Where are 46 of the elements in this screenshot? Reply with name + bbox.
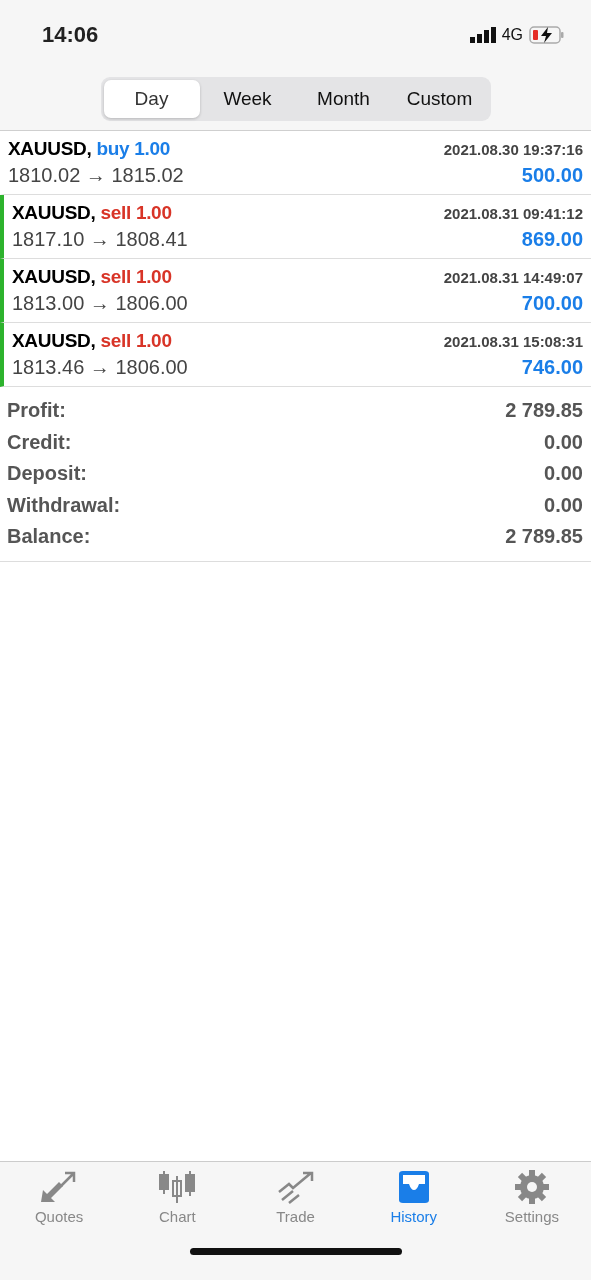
- period-tab[interactable]: Week: [199, 80, 296, 118]
- deal-order: sell 1.00: [100, 266, 172, 287]
- summary-value: 0.00: [544, 462, 583, 486]
- deal-prices: 1810.02 → 1815.02: [8, 164, 184, 187]
- tab-bar-item[interactable]: Chart: [118, 1170, 237, 1225]
- deal-profit: 869.00: [521, 228, 583, 251]
- summary-value: 0.00: [544, 430, 583, 454]
- deal-order: sell 1.00: [100, 330, 172, 351]
- period-tab[interactable]: Day: [103, 80, 200, 118]
- deal-prices: 1813.00 → 1806.00: [12, 292, 188, 315]
- deal-time: 2021.08.31 09:41:12: [443, 205, 583, 222]
- candlestick-icon: [158, 1170, 197, 1204]
- signal-icon: [469, 27, 496, 43]
- deal-prices: 1813.46 → 1806.00: [12, 356, 188, 379]
- deal-prices: 1817.10 → 1808.41: [12, 228, 188, 251]
- battery-icon: [529, 26, 565, 44]
- summary-label: Credit:: [7, 430, 72, 454]
- deal-symbol: XAUUSD,: [12, 266, 96, 287]
- trend-arrow-icon: [276, 1170, 315, 1204]
- deal-order: sell 1.00: [100, 202, 172, 223]
- period-tab[interactable]: Custom: [391, 80, 488, 118]
- status-time: 14:06: [42, 22, 99, 48]
- deal-profit: 500.00: [521, 164, 583, 187]
- summary-label: Deposit:: [7, 462, 87, 486]
- tab-bar-item[interactable]: Trade: [236, 1170, 355, 1225]
- settings-icon: [512, 1170, 551, 1204]
- deal-time: 2021.08.31 14:49:07: [443, 269, 583, 286]
- summary-label: Balance:: [7, 525, 91, 549]
- summary-value: 2 789.85: [505, 399, 583, 423]
- summary-label: Withdrawal:: [7, 493, 121, 517]
- period-tab[interactable]: Month: [295, 80, 392, 118]
- deal-time: 2021.08.31 15:08:31: [443, 333, 583, 350]
- summary-value: 0.00: [544, 493, 583, 517]
- tab-bar-item[interactable]: Settings: [472, 1170, 591, 1225]
- deal-profit: 700.00: [521, 292, 583, 315]
- tab-bar-item[interactable]: History: [354, 1170, 473, 1225]
- deal-symbol: XAUUSD,: [12, 330, 96, 351]
- tab-bar-item[interactable]: Quotes: [0, 1170, 119, 1225]
- deal-symbol: XAUUSD,: [12, 202, 96, 223]
- network-label: 4G: [501, 26, 523, 44]
- deal-order: buy 1.00: [96, 138, 171, 159]
- summary-label: Profit:: [7, 399, 66, 423]
- summary-value: 2 789.85: [505, 525, 583, 549]
- deal-time: 2021.08.30 19:37:16: [443, 141, 583, 158]
- deal-profit: 746.00: [521, 356, 583, 379]
- deal-symbol: XAUUSD,: [8, 138, 92, 159]
